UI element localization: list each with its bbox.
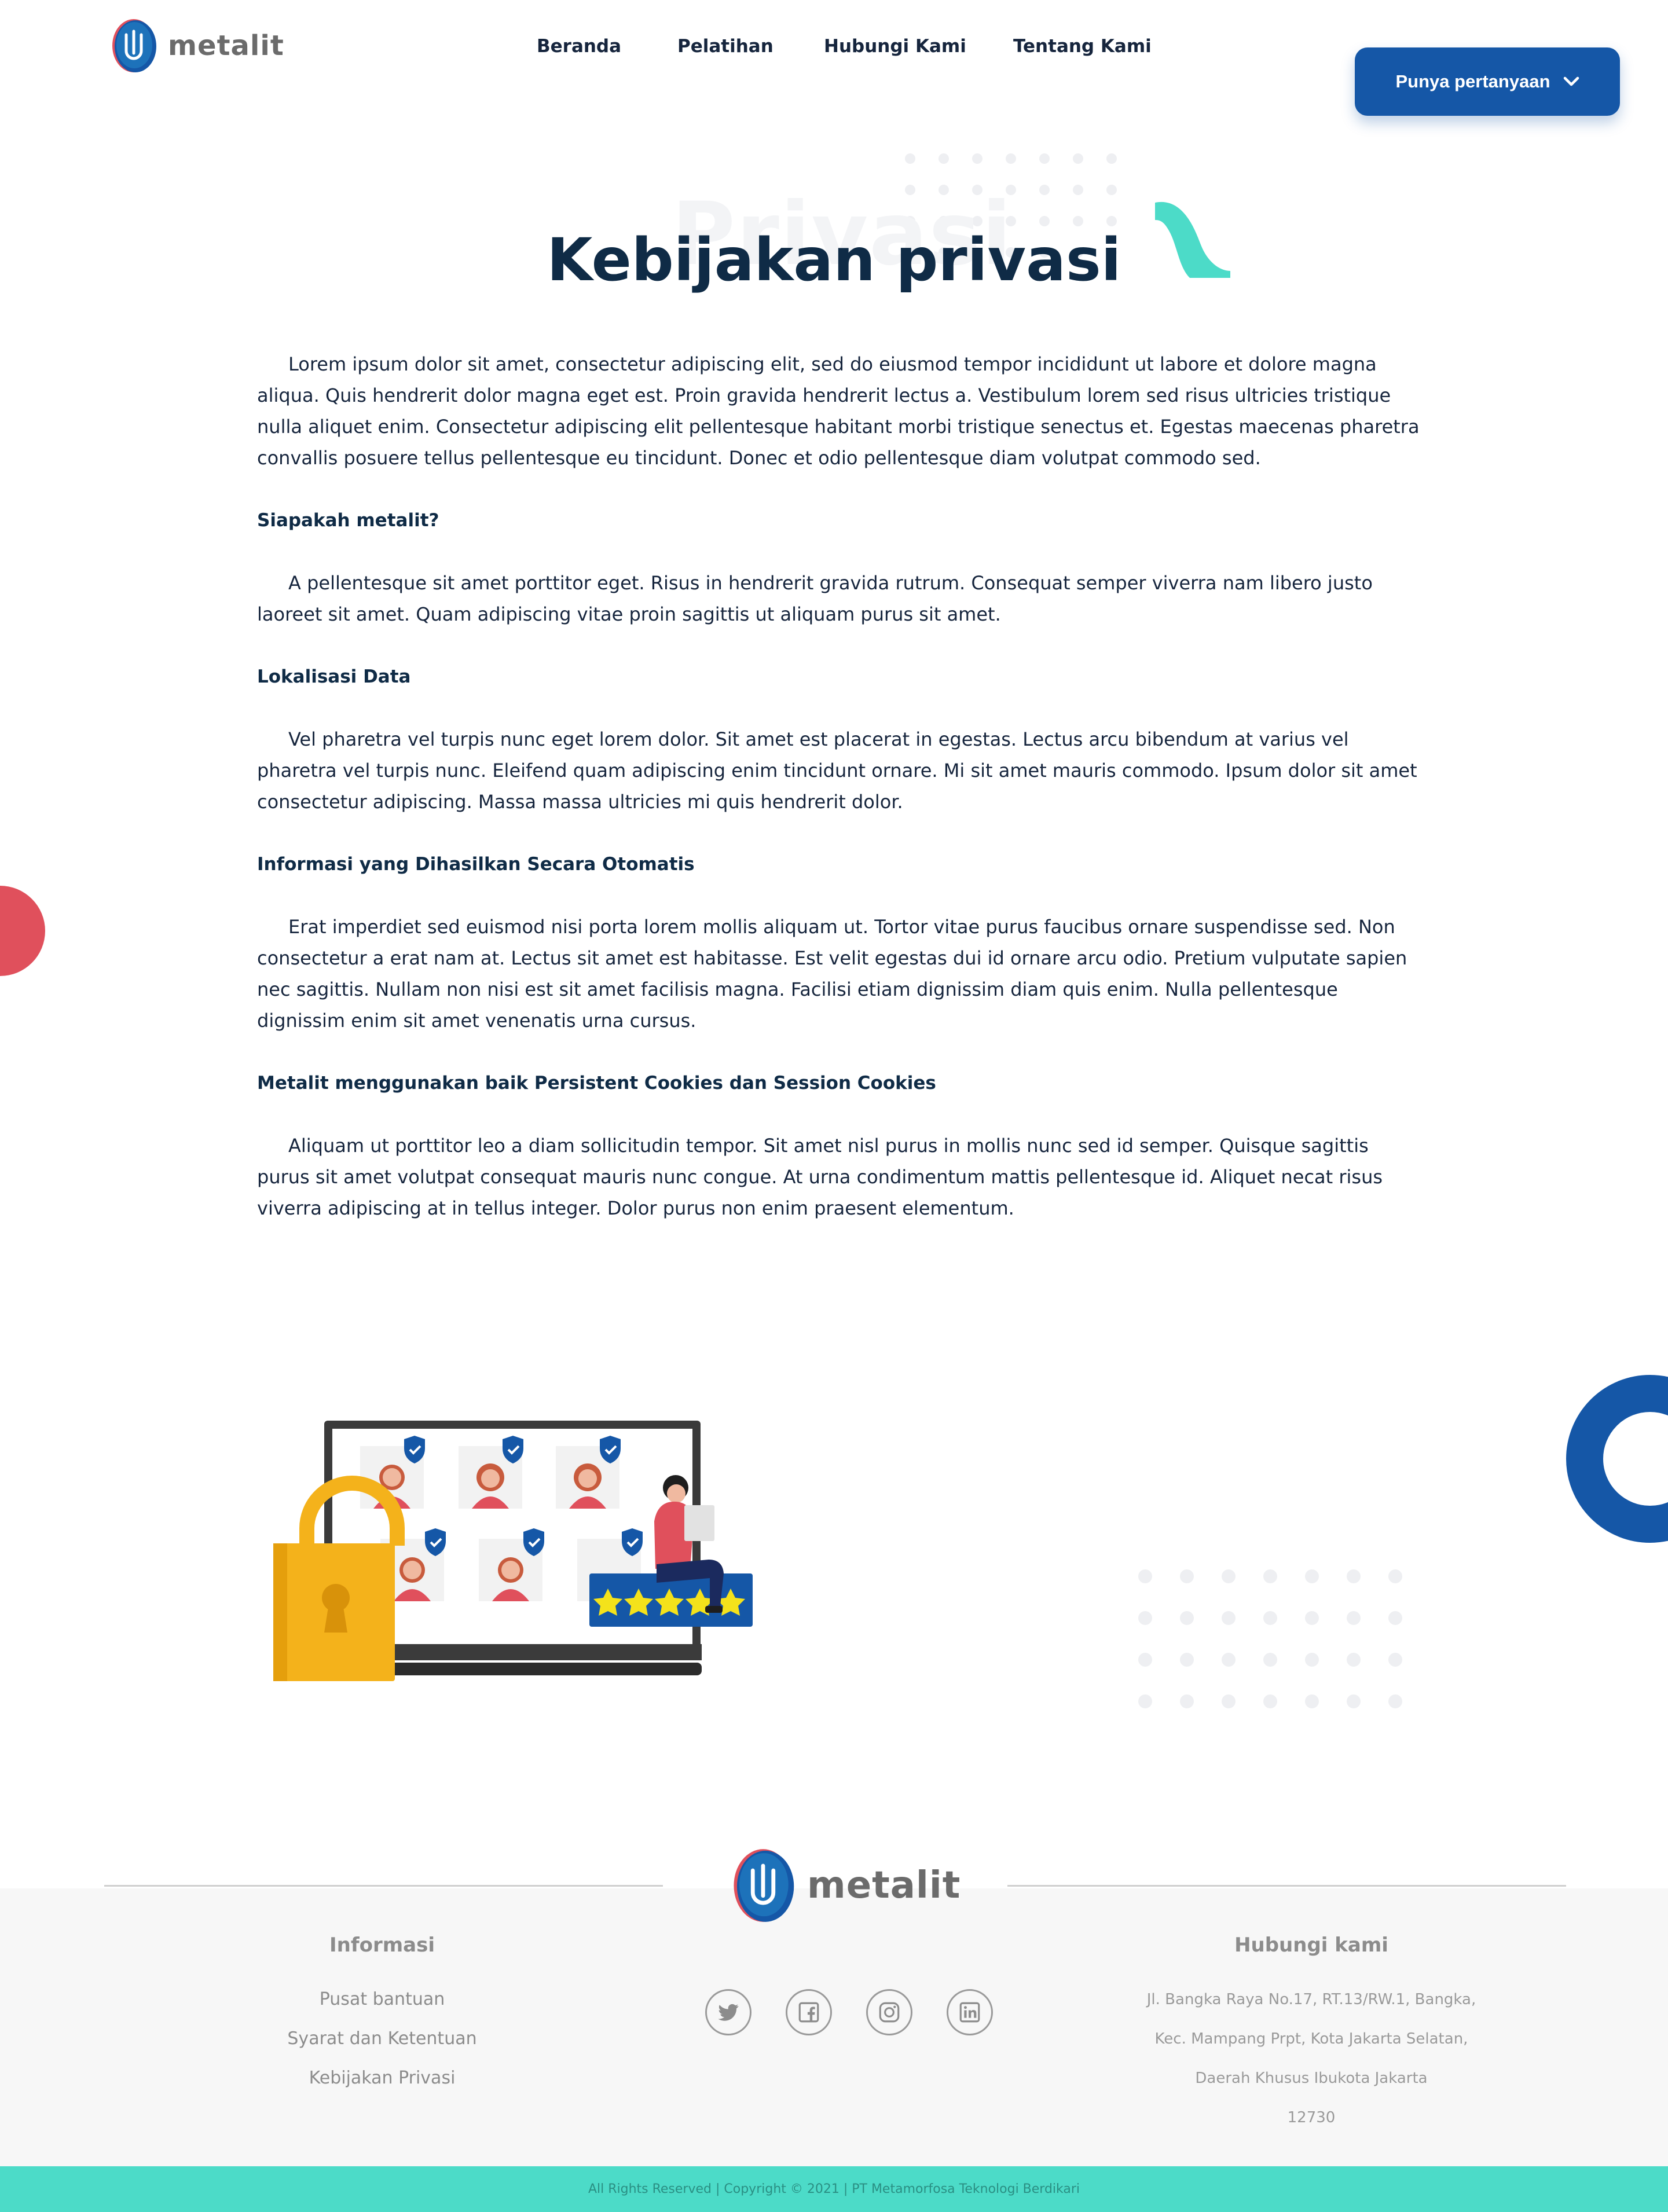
instagram-link[interactable] — [866, 1989, 912, 2035]
intro-paragraph: Lorem ipsum dolor sit amet, consectetur … — [257, 353, 1420, 469]
footer-contact-heading: Hubungi kami — [1234, 1934, 1388, 1957]
twitter-icon — [718, 2004, 739, 2021]
brand-name: metalit — [168, 30, 284, 62]
privacy-illustration — [273, 1421, 753, 1681]
copyright-bar: All Rights Reserved | Copyright © 2021 |… — [0, 2166, 1668, 2212]
linkedin-icon — [959, 2002, 980, 2023]
social-links — [705, 1989, 993, 2035]
dot-grid-decoration — [1138, 1569, 1402, 1708]
footer-divider — [104, 1885, 663, 1887]
metalit-logo-icon — [112, 19, 156, 72]
main-nav: Beranda Pelatihan Hubungi Kami Tentang K… — [537, 36, 1152, 57]
footer-link-terms[interactable]: Syarat dan Ketentuan — [249, 2019, 515, 2059]
red-half-circle-decoration — [0, 886, 45, 976]
section-heading: Lokalisasi Data — [257, 666, 411, 687]
brand-name: metalit — [807, 1864, 961, 1907]
section-paragraph: A pellentesque sit amet porttitor eget. … — [257, 572, 1373, 625]
address-line: Kec. Mampang Prpt, Kota Jakarta Selatan, — [1154, 2030, 1468, 2048]
policy-content: Lorem ipsum dolor sit amet, consectetur … — [257, 349, 1421, 1224]
nav-hubungi-kami[interactable]: Hubungi Kami — [824, 36, 1013, 57]
address-line: 12730 — [1287, 2109, 1336, 2126]
blue-ring-decoration — [1566, 1375, 1668, 1543]
question-button-label: Punya pertanyaan — [1395, 71, 1550, 91]
footer-info-column: Informasi Pusat bantuan Syarat dan Keten… — [249, 1934, 515, 2098]
footer-logo[interactable]: metalit — [731, 1847, 961, 1924]
instagram-icon — [879, 2002, 900, 2023]
section-paragraph: Erat imperdiet sed euismod nisi porta lo… — [257, 916, 1407, 1032]
footer-divider — [1007, 1885, 1566, 1887]
question-dropdown-button[interactable]: Punya pertanyaan — [1355, 47, 1620, 116]
metalit-logo-icon — [734, 1849, 794, 1922]
page-title: Kebijakan privasi — [547, 226, 1121, 295]
facebook-icon — [798, 2002, 819, 2023]
section-paragraph: Aliquam ut porttitor leo a diam sollicit… — [257, 1135, 1383, 1219]
twitter-link[interactable] — [705, 1989, 751, 2035]
teal-arc-decoration — [1155, 201, 1230, 278]
nav-beranda[interactable]: Beranda — [537, 36, 677, 57]
copyright-text: All Rights Reserved | Copyright © 2021 |… — [588, 2182, 1080, 2196]
facebook-link[interactable] — [786, 1989, 832, 2035]
section-heading: Siapakah metalit? — [257, 510, 439, 531]
footer-contact-column: Hubungi kami Jl. Bangka Raya No.17, RT.1… — [1112, 1934, 1511, 2137]
header-logo[interactable]: metalit — [110, 17, 284, 74]
section-heading: Metalit menggunakan baik Persistent Cook… — [257, 1073, 936, 1094]
address-line: Daerah Khusus Ibukota Jakarta — [1195, 2070, 1428, 2087]
footer-info-heading: Informasi — [329, 1934, 435, 1957]
address-line: Jl. Bangka Raya No.17, RT.13/RW.1, Bangk… — [1146, 1991, 1476, 2008]
footer-link-privacy[interactable]: Kebijakan Privasi — [249, 2059, 515, 2098]
nav-tentang-kami[interactable]: Tentang Kami — [1013, 36, 1152, 57]
chevron-down-icon — [1563, 76, 1579, 86]
section-heading: Informasi yang Dihasilkan Secara Otomati… — [257, 854, 695, 875]
section-paragraph: Vel pharetra vel turpis nunc eget lorem … — [257, 728, 1417, 813]
footer-link-help[interactable]: Pusat bantuan — [249, 1980, 515, 2019]
linkedin-link[interactable] — [947, 1989, 993, 2035]
nav-pelatihan[interactable]: Pelatihan — [677, 36, 824, 57]
